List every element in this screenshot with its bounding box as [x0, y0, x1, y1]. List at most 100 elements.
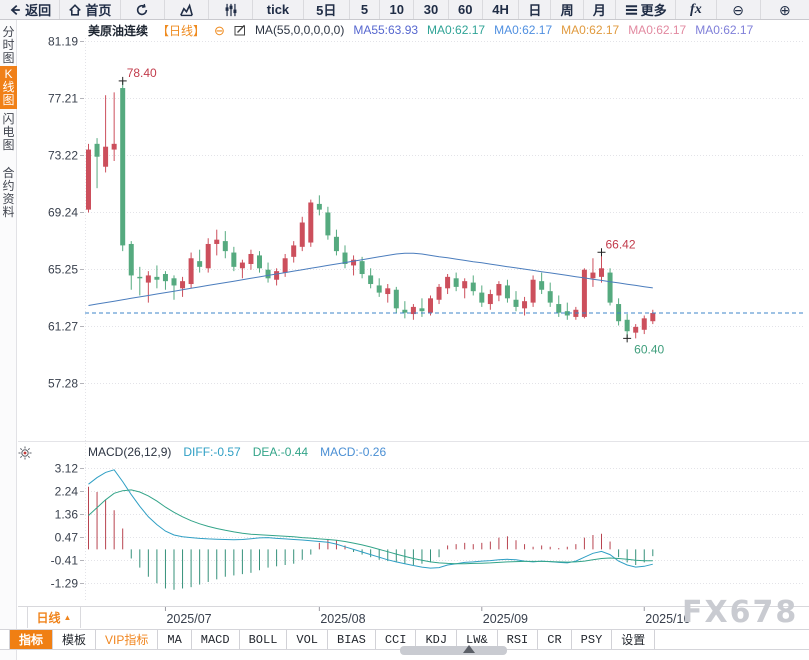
period-day-button-label: 日: [528, 0, 541, 19]
tab-ma[interactable]: MA: [158, 630, 191, 649]
period-30m-button[interactable]: 30: [414, 0, 448, 19]
svg-text:2.24: 2.24: [55, 485, 79, 499]
period-selector-label: 日线: [37, 609, 61, 626]
more-button-label: 更多: [641, 0, 667, 19]
zoom-in-button[interactable]: ⊕: [761, 0, 809, 19]
candle: [180, 281, 185, 288]
svg-text:66.42: 66.42: [606, 237, 636, 251]
bar-chart-icon: [179, 3, 194, 17]
tab-bias[interactable]: BIAS: [328, 630, 376, 649]
fx-indicator-button[interactable]: fx: [676, 0, 716, 19]
candle: [608, 273, 613, 303]
tab-templates[interactable]: 模板: [53, 630, 96, 649]
period-day-button[interactable]: 日: [519, 0, 551, 19]
candle: [163, 274, 168, 281]
indicator-settings-icon[interactable]: [18, 446, 32, 465]
period-60m-button[interactable]: 60: [449, 0, 483, 19]
candle: [402, 310, 407, 313]
fx678-watermark: FX678: [682, 595, 798, 630]
tab-cr[interactable]: CR: [538, 630, 571, 649]
ma-value-1: MA0:62.17: [427, 23, 485, 37]
candle: [633, 327, 638, 333]
ma-value-0: MA55:63.93: [353, 23, 418, 37]
chart-title-row: 美原油连续 【日线】 ⊖ MA(55,0,0,0,0,0) MA55:63.93…: [88, 22, 753, 38]
tick-period-button[interactable]: tick: [253, 0, 303, 19]
candle: [462, 281, 467, 288]
candle: [334, 237, 339, 251]
macd-value-2: MACD:-0.26: [320, 445, 386, 459]
period-5m-button[interactable]: 5: [350, 0, 380, 19]
macd-value-1: DEA:-0.44: [253, 445, 308, 459]
candle: [556, 304, 561, 313]
fx-indicator-button-label: fx: [690, 2, 702, 18]
candle: [642, 318, 647, 329]
candle: [86, 150, 91, 210]
macd-values: DIFF:-0.57DEA:-0.44MACD:-0.26: [183, 445, 386, 459]
edit-indicator-icon[interactable]: [234, 24, 246, 36]
candle: [599, 268, 604, 277]
svg-text:3.12: 3.12: [55, 462, 79, 476]
symbol-name: 美原油连续: [88, 22, 148, 39]
candle: [360, 261, 365, 274]
candle-style-button[interactable]: [209, 0, 253, 19]
candle: [189, 258, 194, 284]
svg-text:57.28: 57.28: [48, 377, 78, 391]
sidebar-item-flash-chart[interactable]: 闪电图: [0, 111, 17, 154]
tab-indicators[interactable]: 指标: [9, 630, 53, 649]
back-button[interactable]: 返回: [0, 0, 60, 19]
sidebar-item-contract-info[interactable]: 合约资料: [0, 165, 17, 221]
period-selector[interactable]: 日线 ▲: [27, 607, 81, 628]
tab-boll[interactable]: BOLL: [240, 630, 288, 649]
svg-text:0.47: 0.47: [55, 531, 79, 545]
tab-settings[interactable]: 设置: [612, 630, 655, 649]
kline-macd-chart[interactable]: 81.1977.2173.2269.2465.2561.2757.283.122…: [0, 0, 809, 660]
period-month-button[interactable]: 月: [584, 0, 616, 19]
period-10m-button[interactable]: 10: [380, 0, 414, 19]
more-button[interactable]: 更多: [616, 0, 676, 19]
period-4h-button-label: 4H: [492, 2, 509, 17]
chart-type-button[interactable]: [165, 0, 209, 19]
left-sidebar: 分时图K线图闪电图合约资料: [0, 20, 17, 660]
candle: [539, 281, 544, 290]
ma-values: MA55:63.93MA0:62.17MA0:62.17MA0:62.17MA0…: [353, 23, 753, 37]
horizontal-scrollbar[interactable]: [400, 646, 507, 655]
tab-psy[interactable]: PSY: [572, 630, 613, 649]
tab-vip-indicators[interactable]: VIP指标: [96, 630, 158, 649]
svg-text:73.22: 73.22: [48, 149, 78, 163]
home-button[interactable]: 首页: [60, 0, 120, 19]
candle: [283, 258, 288, 272]
svg-text:65.25: 65.25: [48, 263, 78, 277]
refresh-icon: [135, 3, 149, 17]
top-toolbar: 返回首页 tick5日 5 103060 4H 日周月 更多 fx ⊖ ⊕: [0, 0, 809, 20]
candle: [240, 263, 245, 269]
zoom-in-button-label: ⊕: [779, 3, 791, 17]
period-4h-button[interactable]: 4H: [483, 0, 519, 19]
tab-vol[interactable]: VOL: [287, 630, 328, 649]
candle: [172, 278, 177, 285]
scrollbar-arrow-icon: [463, 645, 475, 653]
zoom-out-button[interactable]: ⊖: [717, 0, 761, 19]
svg-text:-1.29: -1.29: [51, 577, 79, 591]
candle: [582, 270, 587, 317]
svg-text:69.24: 69.24: [48, 206, 78, 220]
candle: [129, 244, 134, 275]
candle: [231, 253, 236, 267]
period-5d-button[interactable]: 5日: [304, 0, 350, 19]
collapse-indicator-icon[interactable]: ⊖: [214, 24, 225, 37]
sidebar-item-time-chart[interactable]: 分时图: [0, 24, 17, 67]
svg-text:61.27: 61.27: [48, 320, 78, 334]
period-5m-button-label: 5: [361, 2, 368, 17]
sidebar-item-kline-chart[interactable]: K线图: [0, 66, 17, 109]
svg-text:81.19: 81.19: [48, 35, 78, 49]
candle: [120, 88, 125, 245]
svg-text:78.40: 78.40: [127, 66, 157, 80]
tab-macd[interactable]: MACD: [192, 630, 240, 649]
svg-text:60.40: 60.40: [634, 342, 664, 356]
candle: [223, 241, 228, 251]
candle: [112, 144, 117, 150]
candle: [590, 273, 595, 279]
candle: [437, 287, 442, 300]
candle: [625, 320, 630, 331]
refresh-button[interactable]: [121, 0, 165, 19]
period-week-button[interactable]: 周: [551, 0, 583, 19]
